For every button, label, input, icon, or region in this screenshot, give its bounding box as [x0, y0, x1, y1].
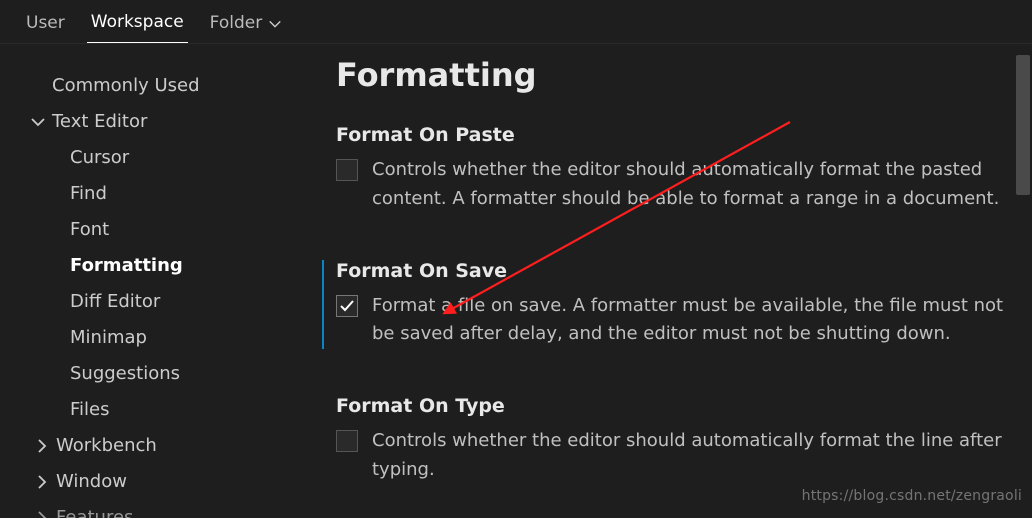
page-title: Formatting: [336, 56, 1032, 94]
settings-main: Formatting Format On Paste Controls whet…: [312, 44, 1032, 518]
chevron-right-icon: [34, 438, 50, 454]
setting-format-on-paste: Format On Paste Controls whether the edi…: [336, 124, 1032, 214]
check-icon: [339, 298, 355, 314]
tab-workspace[interactable]: Workspace: [87, 6, 188, 43]
setting-title: Format On Type: [336, 395, 1026, 417]
chevron-right-icon: [34, 510, 50, 518]
sidebar-group-text-editor[interactable]: Text Editor: [20, 104, 312, 140]
checkbox-format-on-save[interactable]: [336, 295, 358, 317]
sidebar-item-diff-editor[interactable]: Diff Editor: [20, 284, 312, 320]
sidebar-item-cursor[interactable]: Cursor: [20, 140, 312, 176]
sidebar-item-formatting[interactable]: Formatting: [20, 248, 312, 284]
tab-folder-label: Folder: [210, 13, 263, 33]
settings-scope-tabs: User Workspace Folder: [0, 0, 1032, 44]
sidebar-item-commonly-used[interactable]: Commonly Used: [20, 68, 312, 104]
sidebar-group-window[interactable]: Window: [20, 464, 312, 500]
setting-title: Format On Save: [336, 260, 1026, 282]
sidebar-group-label: Text Editor: [52, 104, 147, 140]
sidebar-item-files[interactable]: Files: [20, 392, 312, 428]
sidebar-item-find[interactable]: Find: [20, 176, 312, 212]
sidebar-group-label: Features: [56, 500, 133, 518]
tab-folder[interactable]: Folder: [206, 7, 287, 43]
sidebar-group-features[interactable]: Features: [20, 500, 312, 518]
watermark-text: https://blog.csdn.net/zengraoli: [802, 488, 1022, 504]
chevron-down-icon: [268, 16, 282, 30]
setting-description: Format a file on save. A formatter must …: [372, 292, 1026, 350]
checkbox-format-on-paste[interactable]: [336, 159, 358, 181]
setting-format-on-type: Format On Type Controls whether the edit…: [336, 395, 1032, 485]
settings-sidebar: Commonly Used Text Editor Cursor Find Fo…: [0, 44, 312, 518]
setting-format-on-save: Format On Save Format a file on save. A …: [322, 260, 1032, 350]
vertical-scrollbar[interactable]: [1016, 55, 1030, 195]
sidebar-item-minimap[interactable]: Minimap: [20, 320, 312, 356]
sidebar-group-label: Window: [56, 464, 127, 500]
setting-title: Format On Paste: [336, 124, 1026, 146]
chevron-right-icon: [34, 474, 50, 490]
settings-content: Commonly Used Text Editor Cursor Find Fo…: [0, 44, 1032, 518]
sidebar-group-label: Workbench: [56, 428, 157, 464]
sidebar-group-workbench[interactable]: Workbench: [20, 428, 312, 464]
setting-description: Controls whether the editor should autom…: [372, 427, 1026, 485]
checkbox-format-on-type[interactable]: [336, 430, 358, 452]
chevron-down-icon: [30, 114, 46, 130]
sidebar-item-font[interactable]: Font: [20, 212, 312, 248]
tab-user[interactable]: User: [22, 7, 69, 43]
setting-description: Controls whether the editor should autom…: [372, 156, 1026, 214]
sidebar-item-suggestions[interactable]: Suggestions: [20, 356, 312, 392]
